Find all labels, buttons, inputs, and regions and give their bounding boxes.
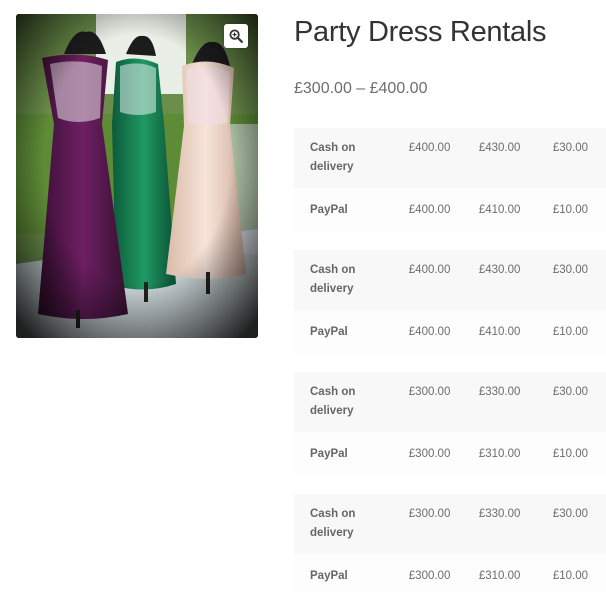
table-row: PayPal £300.00 £310.00 £10.00 <box>294 432 606 476</box>
price-base: £400.00 <box>380 310 451 354</box>
rate-table-1: Cash on delivery £400.00 £430.00 £30.00 … <box>294 128 606 232</box>
price-total: £330.00 <box>450 494 521 554</box>
table-row: Cash on delivery £300.00 £330.00 £30.00 <box>294 372 606 432</box>
shipping-rate-tables: Cash on delivery £400.00 £430.00 £30.00 … <box>294 128 606 592</box>
product-image[interactable] <box>16 14 258 338</box>
price-base: £400.00 <box>380 250 451 310</box>
price-base: £300.00 <box>380 554 451 592</box>
price-fee: £10.00 <box>520 188 606 232</box>
table-row: PayPal £400.00 £410.00 £10.00 <box>294 188 606 232</box>
price-fee: £30.00 <box>520 250 606 310</box>
price-fee: £30.00 <box>520 372 606 432</box>
table-row: Cash on delivery £400.00 £430.00 £30.00 <box>294 128 606 188</box>
price-fee: £10.00 <box>520 310 606 354</box>
magnifier-icon <box>229 29 243 43</box>
payment-method: PayPal <box>294 310 381 354</box>
product-page: Party Dress Rentals £300.00 – £400.00 Ca… <box>0 0 606 592</box>
payment-method: Cash on delivery <box>294 494 381 554</box>
rate-table-3: Cash on delivery £300.00 £330.00 £30.00 … <box>294 372 606 476</box>
price-base: £400.00 <box>380 188 451 232</box>
table-row: Cash on delivery £400.00 £430.00 £30.00 <box>294 250 606 310</box>
rate-table-4: Cash on delivery £300.00 £330.00 £30.00 … <box>294 494 606 592</box>
price-base: £300.00 <box>380 432 451 476</box>
price-total: £410.00 <box>450 188 521 232</box>
price-fee: £30.00 <box>520 494 606 554</box>
rate-table-2: Cash on delivery £400.00 £430.00 £30.00 … <box>294 250 606 354</box>
price-total: £430.00 <box>450 250 521 310</box>
price-total: £310.00 <box>450 554 521 592</box>
payment-method: PayPal <box>294 188 381 232</box>
price-base: £300.00 <box>380 372 451 432</box>
price-total: £430.00 <box>450 128 521 188</box>
price-base: £300.00 <box>380 494 451 554</box>
payment-method: Cash on delivery <box>294 372 381 432</box>
zoom-button[interactable] <box>224 24 248 48</box>
price-base: £400.00 <box>380 128 451 188</box>
product-title: Party Dress Rentals <box>294 16 547 48</box>
table-row: PayPal £300.00 £310.00 £10.00 <box>294 554 606 592</box>
payment-method: Cash on delivery <box>294 250 381 310</box>
price-fee: £30.00 <box>520 128 606 188</box>
price-fee: £10.00 <box>520 432 606 476</box>
table-row: Cash on delivery £300.00 £330.00 £30.00 <box>294 494 606 554</box>
price-range: £300.00 – £400.00 <box>294 80 428 97</box>
dress-photo-illustration <box>16 14 258 338</box>
payment-method: PayPal <box>294 554 381 592</box>
price-total: £310.00 <box>450 432 521 476</box>
price-total: £330.00 <box>450 372 521 432</box>
price-total: £410.00 <box>450 310 521 354</box>
payment-method: Cash on delivery <box>294 128 381 188</box>
price-fee: £10.00 <box>520 554 606 592</box>
table-row: PayPal £400.00 £410.00 £10.00 <box>294 310 606 354</box>
payment-method: PayPal <box>294 432 381 476</box>
